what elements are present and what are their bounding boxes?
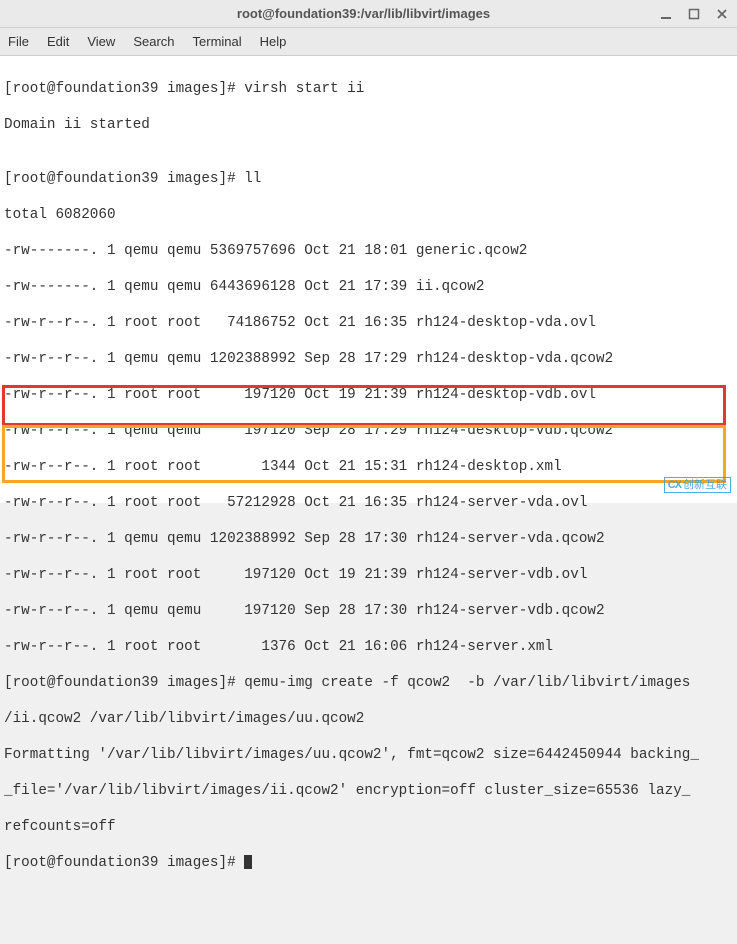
menu-search[interactable]: Search — [133, 34, 174, 49]
watermark-logo-icon: CX — [668, 478, 681, 492]
minimize-icon[interactable] — [659, 7, 673, 21]
terminal-line: -rw-r--r--. 1 root root 1376 Oct 21 16:0… — [4, 638, 733, 656]
terminal-line: [root@foundation39 images]# ll — [4, 170, 733, 188]
terminal-line: -rw-r--r--. 1 root root 197120 Oct 19 21… — [4, 566, 733, 584]
menu-file[interactable]: File — [8, 34, 29, 49]
terminal-output[interactable]: [root@foundation39 images]# virsh start … — [0, 56, 737, 503]
terminal-line: -rw-------. 1 qemu qemu 5369757696 Oct 2… — [4, 242, 733, 260]
terminal-line: Domain ii started — [4, 116, 733, 134]
menu-view[interactable]: View — [87, 34, 115, 49]
terminal-line: _file='/var/lib/libvirt/images/ii.qcow2'… — [4, 782, 733, 800]
menubar: File Edit View Search Terminal Help — [0, 28, 737, 56]
terminal-line: total 6082060 — [4, 206, 733, 224]
watermark-text: 创新互联 — [683, 478, 727, 492]
window-controls — [659, 7, 729, 21]
terminal-line: -rw-r--r--. 1 root root 57212928 Oct 21 … — [4, 494, 733, 512]
terminal-line: -rw-r--r--. 1 root root 1344 Oct 21 15:3… — [4, 458, 733, 476]
terminal-line: Formatting '/var/lib/libvirt/images/uu.q… — [4, 746, 733, 764]
menu-help[interactable]: Help — [260, 34, 287, 49]
terminal-line: -rw-r--r--. 1 root root 197120 Oct 19 21… — [4, 386, 733, 404]
menu-edit[interactable]: Edit — [47, 34, 69, 49]
terminal-line: /ii.qcow2 /var/lib/libvirt/images/uu.qco… — [4, 710, 733, 728]
cursor-icon — [244, 855, 252, 869]
menu-terminal[interactable]: Terminal — [193, 34, 242, 49]
terminal-line: -rw-r--r--. 1 qemu qemu 1202388992 Sep 2… — [4, 530, 733, 548]
window-title: root@foundation39:/var/lib/libvirt/image… — [68, 6, 659, 21]
prompt-text: [root@foundation39 images]# — [4, 855, 244, 871]
terminal-line: -rw-------. 1 qemu qemu 6443696128 Oct 2… — [4, 278, 733, 296]
terminal-prompt: [root@foundation39 images]# — [4, 854, 733, 872]
terminal-line: -rw-r--r--. 1 root root 74186752 Oct 21 … — [4, 314, 733, 332]
close-icon[interactable] — [715, 7, 729, 21]
window-titlebar: root@foundation39:/var/lib/libvirt/image… — [0, 0, 737, 28]
terminal-line: -rw-r--r--. 1 qemu qemu 197120 Sep 28 17… — [4, 602, 733, 620]
maximize-icon[interactable] — [687, 7, 701, 21]
terminal-line: [root@foundation39 images]# qemu-img cre… — [4, 674, 733, 692]
terminal-line: refcounts=off — [4, 818, 733, 836]
terminal-line: -rw-r--r--. 1 qemu qemu 1202388992 Sep 2… — [4, 350, 733, 368]
watermark: CX 创新互联 — [664, 477, 731, 493]
terminal-line: -rw-r--r--. 1 qemu qemu 197120 Sep 28 17… — [4, 422, 733, 440]
terminal-line: [root@foundation39 images]# virsh start … — [4, 80, 733, 98]
